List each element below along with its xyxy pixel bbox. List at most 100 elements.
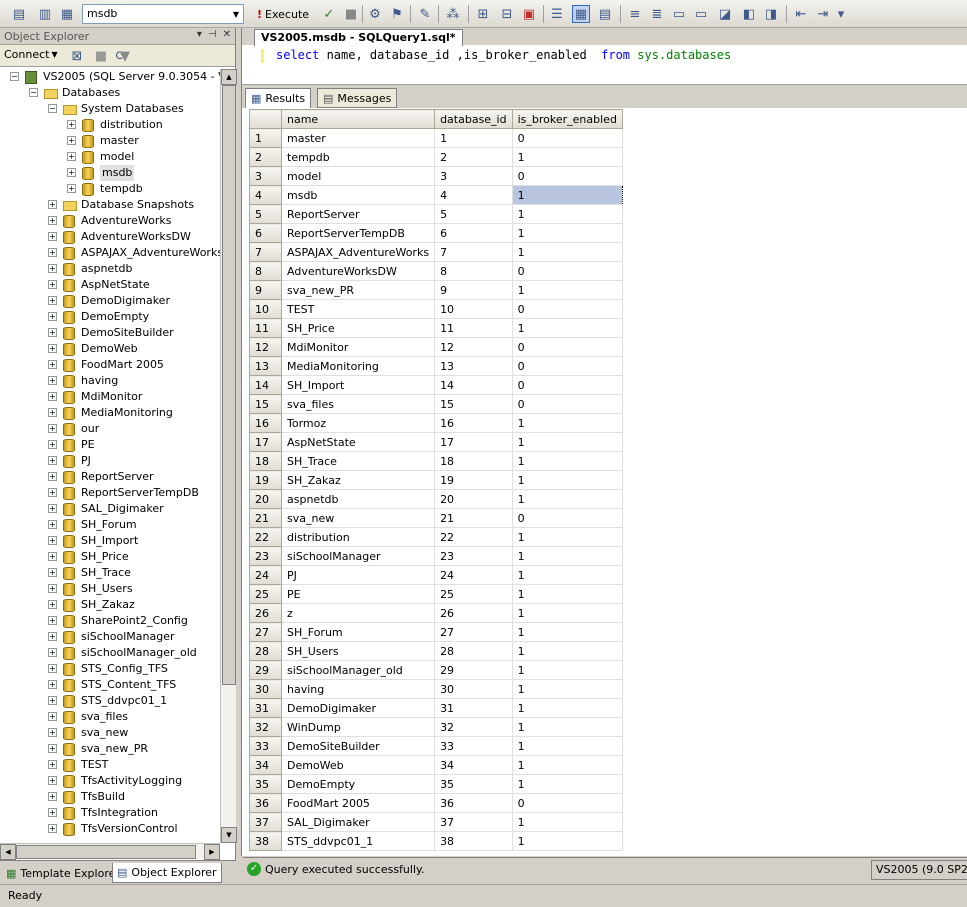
tree-horizontal-scrollbar[interactable]: ◀ ▶ [0,843,220,860]
cell-name[interactable]: model [280,166,436,186]
row-number[interactable]: 36 [249,793,282,813]
cell-is-broker-enabled[interactable]: 0 [511,394,623,414]
row-number[interactable]: 18 [249,451,282,471]
row-number[interactable]: 8 [249,261,282,281]
disconnect-icon[interactable]: ⊠ [68,47,86,65]
cell-is-broker-enabled[interactable]: 0 [511,375,623,395]
expand-icon[interactable]: + [48,632,57,641]
row-number[interactable]: 37 [249,812,282,832]
cell-name[interactable]: having [280,679,436,699]
cell-database-id[interactable]: 28 [434,641,513,661]
row-number[interactable]: 38 [249,831,282,851]
expand-icon[interactable]: + [48,824,57,833]
cell-is-broker-enabled[interactable]: 0 [511,299,623,319]
cell-database-id[interactable]: 9 [434,280,513,300]
cell-is-broker-enabled[interactable]: 1 [511,489,623,509]
cell-database-id[interactable]: 32 [434,717,513,737]
tree-node[interactable]: + tempdb [0,181,220,197]
table-row[interactable]: 21 sva_new 21 0 [249,508,623,528]
table-row[interactable]: 32 WinDump 32 1 [249,717,623,737]
tab-object-explorer[interactable]: ▤ Object Explorer [112,863,222,883]
connect-button[interactable]: Connect ▼ [4,48,58,62]
expand-icon[interactable]: + [48,440,57,449]
cell-name[interactable]: msdb [280,185,436,205]
tree-node[interactable]: + SH_Zakaz [0,597,220,613]
tab-template-explorer[interactable]: ▦ Template Explorer [2,863,124,883]
cell-is-broker-enabled[interactable]: 1 [511,280,623,300]
table-row[interactable]: 25 PE 25 1 [249,584,623,604]
expand-icon[interactable]: + [48,600,57,609]
tree-node[interactable]: + siSchoolManager [0,629,220,645]
tree-node[interactable]: + DemoEmpty [0,309,220,325]
row-number[interactable]: 24 [249,565,282,585]
table-row[interactable]: 23 siSchoolManager 23 1 [249,546,623,566]
cell-name[interactable]: AdventureWorksDW [280,261,436,281]
cell-is-broker-enabled[interactable]: 0 [511,166,623,186]
scroll-down-icon[interactable]: ▼ [221,827,237,843]
tree-node[interactable]: + SH_Trace [0,565,220,581]
row-number[interactable]: 33 [249,736,282,756]
table-row[interactable]: 4 msdb 4 1 [249,185,623,205]
cell-is-broker-enabled[interactable]: 0 [511,261,623,281]
cell-database-id[interactable]: 26 [434,603,513,623]
parse-check-icon[interactable]: ✓ [320,5,338,23]
tree-node[interactable]: + DemoDigimaker [0,293,220,309]
cell-database-id[interactable]: 2 [434,147,513,167]
expand-icon[interactable]: + [48,616,57,625]
cell-name[interactable]: ReportServerTempDB [280,223,436,243]
row-number[interactable]: 28 [249,641,282,661]
results-to-text-icon[interactable]: ☰ [548,5,566,23]
display-plan-icon[interactable]: ⚙ [366,5,384,23]
tree-node[interactable]: + TfsVersionControl [0,821,220,837]
bookmark-icon[interactable]: ◪ [716,5,734,23]
cell-is-broker-enabled[interactable]: 0 [511,793,623,813]
filter-icon[interactable]: ▼ [116,47,134,65]
execute-button[interactable]: ! Execute [253,4,313,24]
tree-node[interactable]: + SH_Users [0,581,220,597]
expand-icon[interactable]: + [48,536,57,545]
row-number[interactable]: 3 [249,166,282,186]
expand-icon[interactable]: + [48,760,57,769]
expand-icon[interactable]: + [48,712,57,721]
expand-icon[interactable]: + [48,264,57,273]
table-row[interactable]: 19 SH_Zakaz 19 1 [249,470,623,490]
tree-node[interactable]: + TEST [0,757,220,773]
cell-name[interactable]: FoodMart 2005 [280,793,436,813]
cell-is-broker-enabled[interactable]: 0 [511,128,623,148]
cell-database-id[interactable]: 31 [434,698,513,718]
row-number[interactable]: 30 [249,679,282,699]
expand-icon[interactable]: + [48,376,57,385]
table-row[interactable]: 30 having 30 1 [249,679,623,699]
cell-is-broker-enabled[interactable]: 1 [511,413,623,433]
row-number[interactable]: 2 [249,147,282,167]
row-number[interactable]: 25 [249,584,282,604]
cell-database-id[interactable]: 12 [434,337,513,357]
cell-name[interactable]: tempdb [280,147,436,167]
disconnect-icon[interactable]: ▥ [36,5,54,23]
table-row[interactable]: 37 SAL_Digimaker 37 1 [249,812,623,832]
table-row[interactable]: 28 SH_Users 28 1 [249,641,623,661]
table-row[interactable]: 9 sva_new_PR 9 1 [249,280,623,300]
row-number[interactable]: 10 [249,299,282,319]
increase-indent-icon[interactable]: ⇥ [814,5,832,23]
cell-name[interactable]: sva_new_PR [280,280,436,300]
cell-is-broker-enabled[interactable]: 1 [511,527,623,547]
tab-results[interactable]: ▦ Results [245,88,312,108]
tree-node[interactable]: − VS2005 (SQL Server 9.0.3054 - VS20 [0,69,220,85]
tree-node[interactable]: + STS_Content_TFS [0,677,220,693]
cell-is-broker-enabled[interactable]: 1 [511,451,623,471]
prev-bookmark-icon[interactable]: ◧ [740,5,758,23]
table-row[interactable]: 1 master 1 0 [249,128,623,148]
cell-name[interactable]: STS_ddvpc01_1 [280,831,436,851]
cell-name[interactable]: PE [280,584,436,604]
tree-node[interactable]: + ASPAJAX_AdventureWorks [0,245,220,261]
table-row[interactable]: 12 MdiMonitor 12 0 [249,337,623,357]
connect-icon[interactable]: ▤ [10,5,28,23]
expand-icon[interactable]: + [48,584,57,593]
row-number[interactable]: 35 [249,774,282,794]
table-row[interactable]: 7 ASPAJAX_AdventureWorks 7 1 [249,242,623,262]
cell-database-id[interactable]: 11 [434,318,513,338]
tree-node[interactable]: + SAL_Digimaker [0,501,220,517]
table-row[interactable]: 27 SH_Forum 27 1 [249,622,623,642]
expand-icon[interactable]: + [48,472,57,481]
